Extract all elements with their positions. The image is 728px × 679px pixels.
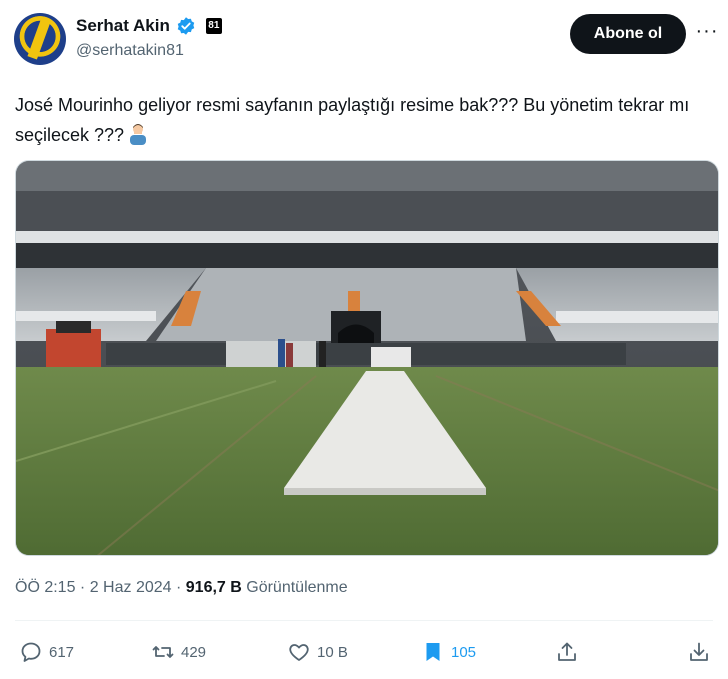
more-options-icon[interactable]: ··· bbox=[692, 20, 722, 48]
like-button[interactable]: 10 B bbox=[287, 636, 348, 668]
person-facepalm-emoji bbox=[130, 124, 147, 145]
divider bbox=[15, 620, 713, 621]
follow-button[interactable]: Abone ol bbox=[570, 14, 686, 54]
reply-button[interactable]: 617 bbox=[19, 636, 74, 668]
tweet-text: José Mourinho geliyor resmi sayfanın pay… bbox=[15, 90, 705, 150]
views-label: Görüntülenme bbox=[241, 579, 348, 596]
tweet-date[interactable]: 2 Haz 2024 bbox=[90, 579, 172, 596]
tweet-meta: ÖÖ 2:15 · 2 Haz 2024 · 916,7 B Görüntüle… bbox=[15, 579, 348, 597]
author-handle[interactable]: @serhatakin81 bbox=[76, 42, 184, 60]
stadium-photo bbox=[16, 161, 718, 555]
retweet-icon bbox=[152, 646, 174, 658]
display-name[interactable]: Serhat Akin bbox=[76, 16, 170, 36]
action-bar: 617 429 10 B 105 bbox=[15, 636, 715, 668]
verified-badge-icon bbox=[177, 17, 195, 35]
share-icon bbox=[558, 642, 576, 661]
meta-separator: · bbox=[171, 579, 186, 596]
tweet-photo[interactable] bbox=[15, 160, 719, 556]
heart-icon bbox=[289, 644, 309, 661]
bookmark-count: 105 bbox=[451, 643, 477, 661]
like-count: 10 B bbox=[317, 643, 348, 661]
reply-count: 617 bbox=[49, 643, 75, 661]
share-button[interactable] bbox=[555, 636, 579, 668]
reply-icon bbox=[21, 642, 41, 662]
retweet-button[interactable]: 429 bbox=[151, 636, 206, 668]
avatar[interactable] bbox=[14, 13, 66, 65]
views-count: 916,7 B bbox=[185, 579, 242, 596]
meta-separator: · bbox=[75, 579, 90, 596]
bookmark-button[interactable]: 105 bbox=[421, 636, 476, 668]
download-icon bbox=[690, 642, 708, 661]
affiliate-badge: 81 bbox=[205, 18, 222, 34]
download-button[interactable] bbox=[687, 636, 711, 668]
retweet-count: 429 bbox=[181, 643, 207, 661]
author-name-row: Serhat Akin 81 bbox=[76, 16, 222, 36]
tweet-body: José Mourinho geliyor resmi sayfanın pay… bbox=[15, 95, 690, 145]
tweet-time[interactable]: ÖÖ 2:15 bbox=[15, 579, 75, 596]
bookmark-icon bbox=[426, 643, 440, 661]
